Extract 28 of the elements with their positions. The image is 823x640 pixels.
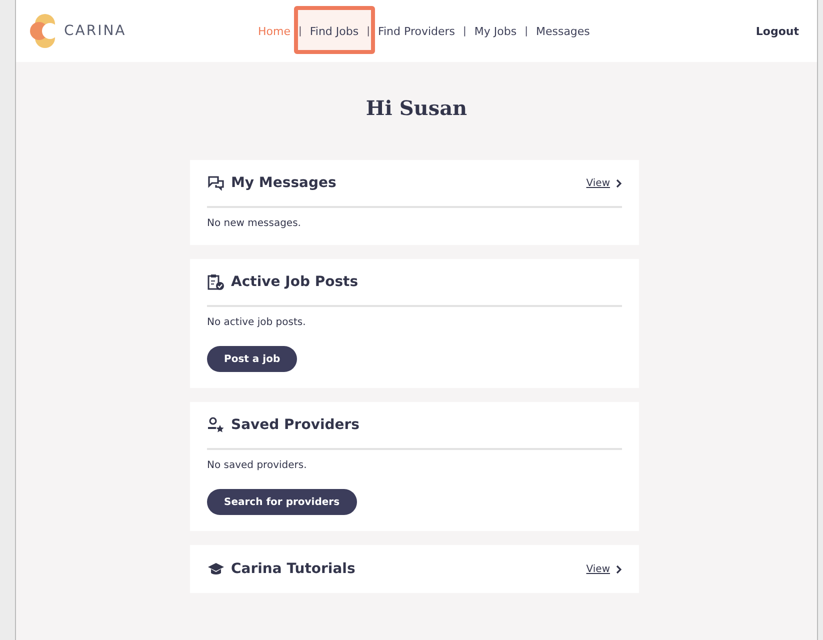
- chevron-right-icon: [616, 564, 622, 574]
- nav-separator: |: [524, 26, 528, 36]
- card-title: Active Job Posts: [231, 274, 360, 290]
- action-button[interactable]: Post a job: [207, 346, 298, 372]
- card-message: No active job posts.: [207, 317, 307, 328]
- card-message: No new messages.: [207, 218, 302, 229]
- action-button[interactable]: Search for providers: [207, 489, 357, 515]
- view-link[interactable]: View: [586, 564, 622, 574]
- nav-separator: |: [366, 26, 370, 36]
- view-link[interactable]: View: [586, 178, 622, 188]
- graduation-cap-icon: [207, 562, 225, 576]
- chat-bubbles-icon: [207, 175, 225, 191]
- chevron-right-icon: [616, 178, 622, 188]
- logo-text: CARINA: [64, 23, 126, 39]
- nav-separator: |: [298, 26, 302, 36]
- card-title: My Messages: [231, 175, 338, 191]
- card-title: Saved Providers: [231, 417, 361, 433]
- nav-link[interactable]: Messages: [536, 24, 590, 38]
- nav-separator: |: [463, 26, 466, 36]
- nav-link[interactable]: Find Jobs: [310, 24, 359, 38]
- nav-link[interactable]: My Jobs: [474, 24, 517, 38]
- logout-link[interactable]: Logout: [756, 24, 799, 38]
- greeting-heading: Hi Susan: [364, 96, 468, 120]
- card-message: No saved providers.: [207, 460, 308, 471]
- person-star-icon: [207, 417, 225, 433]
- clipboard-check-icon: [207, 273, 225, 291]
- nav-link[interactable]: Find Providers: [378, 24, 456, 38]
- card-title: Carina Tutorials: [231, 561, 356, 577]
